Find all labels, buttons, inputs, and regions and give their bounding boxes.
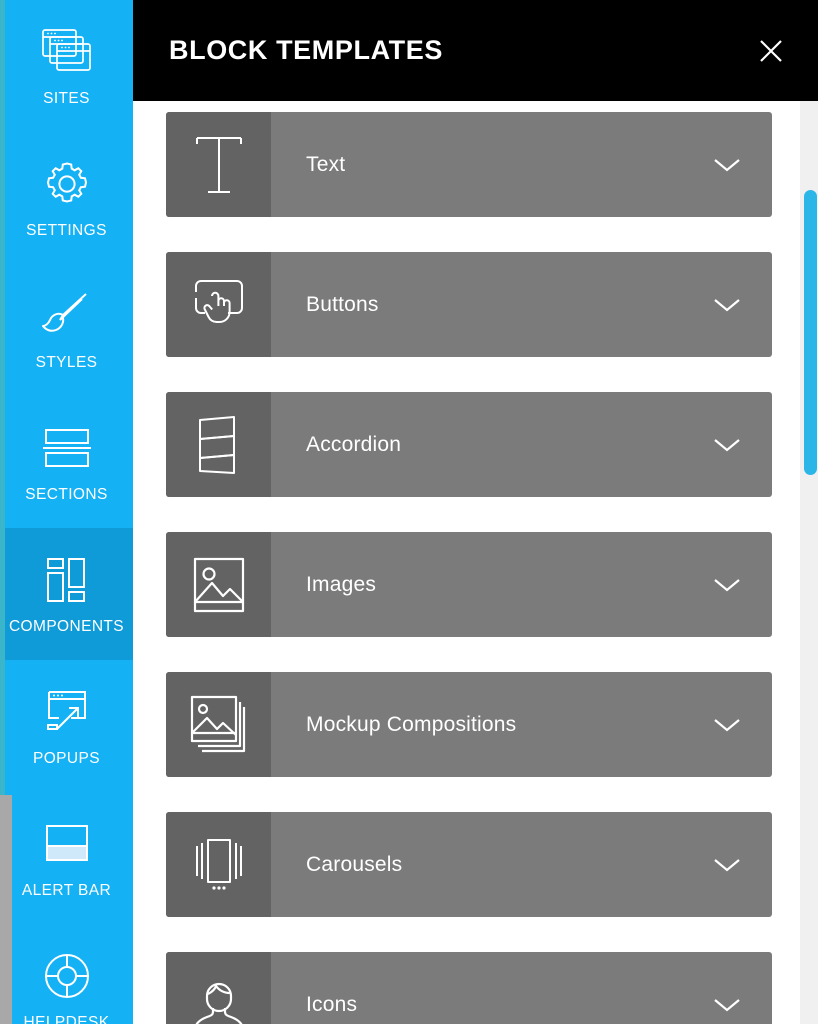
block-row-carousels[interactable]: Carousels xyxy=(166,812,772,917)
block-row-mockup-compositions[interactable]: Mockup Compositions xyxy=(166,672,772,777)
sidebar-item-label: SITES xyxy=(43,90,90,107)
sidebar-item-settings[interactable]: SETTINGS xyxy=(0,132,133,264)
popup-icon xyxy=(39,684,95,740)
button-pointer-icon xyxy=(166,252,271,357)
chevron-down-icon[interactable] xyxy=(704,702,750,748)
chevron-down-icon[interactable] xyxy=(704,282,750,328)
block-row-images[interactable]: Images xyxy=(166,532,772,637)
block-row-accordion[interactable]: Accordion xyxy=(166,392,772,497)
chevron-down-icon[interactable] xyxy=(704,422,750,468)
alert-bar-icon xyxy=(39,816,95,872)
image-icon xyxy=(166,532,271,637)
person-avatar-icon xyxy=(166,952,271,1024)
accordion-icon xyxy=(166,392,271,497)
sidebar-item-sites[interactable]: SITES xyxy=(0,0,133,132)
sidebar-item-popups[interactable]: POPUPS xyxy=(0,660,133,792)
sidebar-item-helpdesk[interactable]: HELPDESK xyxy=(0,924,133,1024)
block-row-label: Buttons xyxy=(306,292,379,316)
windows-stack-icon xyxy=(39,24,95,80)
block-row-label: Carousels xyxy=(306,852,403,876)
sidebar-scrollbar[interactable] xyxy=(0,795,12,1024)
sidebar-item-styles[interactable]: STYLES xyxy=(0,264,133,396)
carousel-icon xyxy=(166,812,271,917)
block-row-icons[interactable]: Icons xyxy=(166,952,772,1024)
chevron-down-icon[interactable] xyxy=(704,842,750,888)
block-row-label: Text xyxy=(306,152,346,176)
block-row-label: Mockup Compositions xyxy=(306,712,517,736)
block-template-list: Text Buttons Accordion Images Mockup Com… xyxy=(133,101,802,1024)
sidebar-item-alert-bar[interactable]: ALERT BAR xyxy=(0,792,133,924)
paintbrush-icon xyxy=(39,288,95,344)
block-row-label: Accordion xyxy=(306,432,402,456)
block-row-label: Icons xyxy=(306,992,358,1016)
sidebar-item-label: POPUPS xyxy=(32,750,100,767)
sections-icon xyxy=(39,420,95,476)
block-templates-panel: BLOCK TEMPLATES Text Buttons Accordion I… xyxy=(133,0,818,1024)
sidebar-item-label: HELPDESK xyxy=(23,1014,110,1024)
panel-scrollbar-thumb[interactable] xyxy=(804,190,817,475)
page-title: BLOCK TEMPLATES xyxy=(169,35,443,65)
sidebar-item-sections[interactable]: SECTIONS xyxy=(0,396,133,528)
lifebuoy-icon xyxy=(39,948,95,1004)
block-row-buttons[interactable]: Buttons xyxy=(166,252,772,357)
panel-header: BLOCK TEMPLATES xyxy=(133,0,818,101)
sidebar-item-label: COMPONENTS xyxy=(8,618,125,635)
sidebar-item-components[interactable]: COMPONENTS xyxy=(0,528,133,660)
left-sidebar: SITES SETTINGS STYLES SECTIONS COMPONENT… xyxy=(0,0,133,1024)
block-row-text[interactable]: Text xyxy=(166,112,772,217)
text-t-icon xyxy=(166,112,271,217)
image-stack-icon xyxy=(166,672,271,777)
chevron-down-icon[interactable] xyxy=(704,142,750,188)
chevron-down-icon[interactable] xyxy=(704,982,750,1024)
panel-body: Text Buttons Accordion Images Mockup Com… xyxy=(133,101,818,1024)
sidebar-item-label: ALERT BAR xyxy=(21,882,112,899)
gear-icon xyxy=(39,156,95,212)
sidebar-nav-list: SITES SETTINGS STYLES SECTIONS COMPONENT… xyxy=(0,0,133,1024)
sidebar-item-label: STYLES xyxy=(35,354,98,371)
chevron-down-icon[interactable] xyxy=(704,562,750,608)
app-root: SITES SETTINGS STYLES SECTIONS COMPONENT… xyxy=(0,0,818,1024)
sidebar-item-label: SECTIONS xyxy=(25,486,108,503)
components-icon xyxy=(39,552,95,608)
block-row-label: Images xyxy=(306,572,377,596)
close-icon[interactable] xyxy=(754,34,788,68)
sidebar-item-label: SETTINGS xyxy=(26,222,107,239)
